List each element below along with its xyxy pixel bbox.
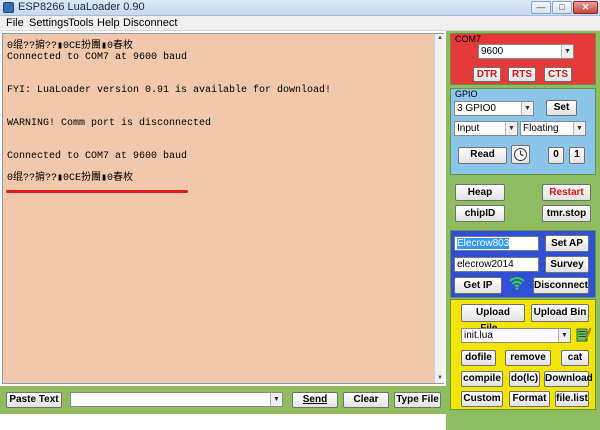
gpio-one-button[interactable]: 1 <box>569 147 585 164</box>
baud-rate-value: 9600 <box>481 46 504 57</box>
chevron-down-icon[interactable]: ▼ <box>558 329 570 342</box>
menu-settings[interactable]: Settings <box>29 17 69 29</box>
control-panel: COM7 9600 ▼ DTR RTS CTS GPIO 3 GPIO0 ▼ S… <box>446 31 600 430</box>
scroll-up-icon[interactable]: ▲ <box>436 34 444 43</box>
custom-button[interactable]: Custom <box>461 391 503 407</box>
terminal-line: 0绲??掮??▮0CE扮團▮0春枚 <box>7 41 134 52</box>
restart-button[interactable]: Restart <box>542 184 591 201</box>
file-select[interactable]: init.lua ▼ <box>461 328 571 343</box>
format-button[interactable]: Format <box>509 391 550 407</box>
chevron-down-icon[interactable]: ▼ <box>505 122 517 135</box>
window-title: ESP8266 LuaLoader 0.90 <box>18 1 145 13</box>
gpio-section: GPIO 3 GPIO0 ▼ Set Input ▼ Floating ▼ Re… <box>450 88 596 175</box>
survey-button[interactable]: Survey <box>545 256 589 273</box>
terminal-line: Connected to COM7 at 9600 baud <box>7 52 188 63</box>
terminal-output[interactable]: 0绲??掮??▮0CE扮團▮0春枚 Connected to COM7 at 96… <box>2 33 444 384</box>
password-field[interactable]: elecrow2014 <box>454 257 539 272</box>
gpio-pull-value: Floating <box>523 123 559 134</box>
upload-bin-button[interactable]: Upload Bin <box>531 304 589 322</box>
maximize-button[interactable]: □ <box>552 1 572 14</box>
type-file-button[interactable]: Type File <box>394 392 441 408</box>
system-section: Heap Restart chipID tmr.stop <box>450 177 596 227</box>
baud-rate-select[interactable]: 9600 ▼ <box>478 44 574 59</box>
chevron-down-icon[interactable]: ▼ <box>573 122 585 135</box>
gpio-mode-value: Input <box>457 123 480 134</box>
clock-icon[interactable] <box>511 145 530 164</box>
file-list-button[interactable]: file.list <box>555 391 589 407</box>
remove-button[interactable]: remove <box>505 350 551 366</box>
get-ip-button[interactable]: Get IP <box>454 277 502 294</box>
terminal-line: FYI: LuaLoader version 0.91 is available… <box>7 85 332 96</box>
clear-button[interactable]: Clear <box>343 392 389 408</box>
ssid-field[interactable]: Elecrow803 <box>454 236 539 251</box>
wifi-section: Elecrow803 Set AP elecrow2014 Survey Get… <box>450 230 596 298</box>
menu-tools[interactable]: Tools <box>68 17 94 29</box>
cat-button[interactable]: cat <box>561 350 589 366</box>
set-ap-button[interactable]: Set AP <box>545 235 589 252</box>
chevron-down-icon[interactable]: ▼ <box>270 393 282 406</box>
gpio-pin-value: 3 GPIO0 <box>457 103 496 114</box>
close-button[interactable]: ✕ <box>573 1 598 14</box>
notepad-icon[interactable] <box>575 326 591 343</box>
menu-disconnect[interactable]: Disconnect <box>123 17 177 29</box>
password-value: elecrow2014 <box>457 259 514 270</box>
dolc-button[interactable]: do(lc) <box>509 371 540 387</box>
terminal-line: WARNING! Comm port is disconnected <box>7 118 212 129</box>
ssid-value: Elecrow803 <box>457 238 510 249</box>
heap-button[interactable]: Heap <box>455 184 505 201</box>
tmr-stop-button[interactable]: tmr.stop <box>542 205 591 222</box>
terminal-line: 0绲??掮??▮0CE扮團▮0春枚 <box>7 173 134 184</box>
compile-button[interactable]: compile <box>461 371 503 387</box>
gpio-zero-button[interactable]: 0 <box>548 147 564 164</box>
annotation-underline <box>6 190 188 193</box>
com-section: COM7 9600 ▼ DTR RTS CTS <box>450 33 596 85</box>
gpio-mode-select[interactable]: Input ▼ <box>454 121 518 136</box>
app-icon <box>3 2 14 13</box>
minimize-button[interactable]: — <box>531 1 551 14</box>
rts-button[interactable]: RTS <box>508 67 536 82</box>
gpio-label: GPIO <box>455 89 478 99</box>
terminal-line: Connected to COM7 at 9600 baud <box>7 151 188 162</box>
file-select-value: init.lua <box>464 330 493 341</box>
gpio-read-button[interactable]: Read <box>458 147 507 164</box>
gpio-set-button[interactable]: Set <box>546 100 577 116</box>
gpio-pull-select[interactable]: Floating ▼ <box>520 121 586 136</box>
upload-file-button[interactable]: Upload File... <box>461 304 525 334</box>
chevron-down-icon[interactable]: ▼ <box>521 102 533 115</box>
download-button[interactable]: Download <box>544 371 593 387</box>
terminal-scrollbar[interactable]: ▲ ▼ <box>434 34 444 383</box>
menu-bar: File Settings Tools Help Disconnect <box>0 16 600 31</box>
files-section: Upload File... Upload Bin init.lua ▼ dof… <box>450 299 596 410</box>
dtr-button[interactable]: DTR <box>473 67 501 82</box>
command-input[interactable]: ▼ <box>70 392 283 407</box>
send-button[interactable]: Send <box>292 392 338 408</box>
bottom-bar: Paste Text ▼ Send Clear Type File <box>0 386 446 414</box>
title-bar: ESP8266 LuaLoader 0.90 — □ ✕ <box>0 0 600 16</box>
menu-help[interactable]: Help <box>97 17 120 29</box>
menu-file[interactable]: File <box>6 17 24 29</box>
cts-button[interactable]: CTS <box>544 67 572 82</box>
chipid-button[interactable]: chipID <box>455 205 505 222</box>
paste-text-button[interactable]: Paste Text <box>6 392 62 408</box>
scroll-down-icon[interactable]: ▼ <box>436 374 444 383</box>
wifi-icon <box>509 277 525 290</box>
disconnect-button[interactable]: Disconnect <box>533 277 589 294</box>
chevron-down-icon[interactable]: ▼ <box>561 45 573 58</box>
dofile-button[interactable]: dofile <box>461 350 496 366</box>
com-port-label: COM7 <box>455 34 482 44</box>
gpio-pin-select[interactable]: 3 GPIO0 ▼ <box>454 101 534 116</box>
